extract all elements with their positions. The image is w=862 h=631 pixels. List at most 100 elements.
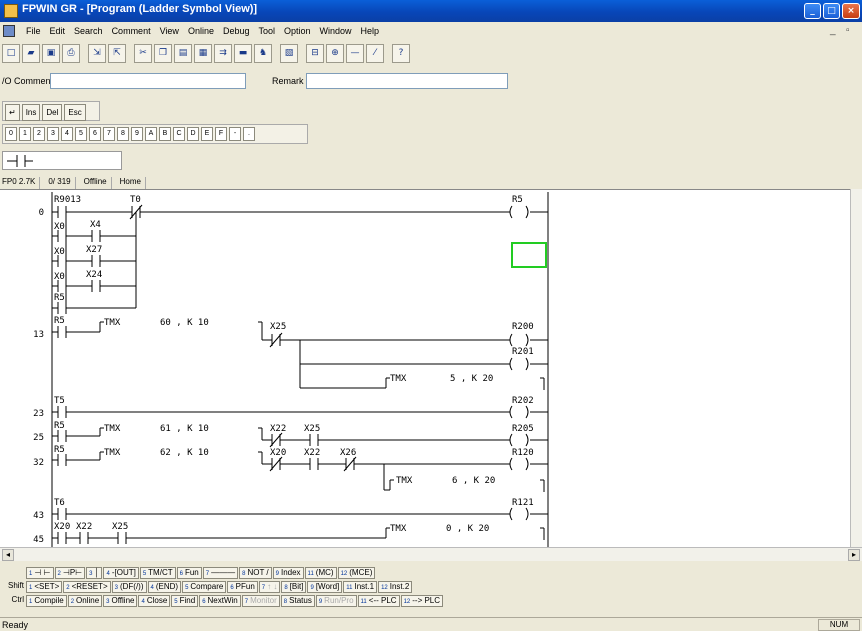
hex-key[interactable]: 2 (33, 127, 45, 141)
minimize-button[interactable]: _ (804, 3, 821, 19)
function-key[interactable]: 3 (DF(/)) (111, 581, 147, 593)
function-key[interactable]: 9 Run/Pro (315, 595, 357, 607)
io-comment-field[interactable] (50, 73, 246, 89)
hex-key[interactable]: 4 (61, 127, 73, 141)
contact-label: X4 (90, 220, 101, 230)
ladder-editor[interactable]: 0 R9013 T0 R5 X0 X4 X0 X27 X0 X24 R5 13 … (0, 189, 850, 547)
hex-key[interactable]: 6 (89, 127, 101, 141)
vertical-scrollbar[interactable] (850, 189, 862, 547)
function-key[interactable]: 11 (MC) (304, 567, 337, 579)
function-key[interactable]: 11 Inst.1 (343, 581, 378, 593)
menu-view[interactable]: View (156, 26, 184, 36)
hex-key[interactable]: A (145, 127, 157, 141)
function-key[interactable]: 4 (END) (147, 581, 182, 593)
function-key[interactable]: 6 Fun (176, 567, 202, 579)
hex-key[interactable]: 9 (131, 127, 143, 141)
hex-key[interactable]: 0 (5, 127, 17, 141)
coil-icon[interactable]: ⊕ (326, 44, 344, 63)
menu-help[interactable]: Help (357, 26, 385, 36)
function-key[interactable]: 8 NOT / (239, 567, 272, 579)
function-key[interactable]: 7 Monitor (241, 595, 280, 607)
function-key[interactable]: 4 -[OUT] (103, 567, 139, 579)
copy-icon[interactable]: ❐ (154, 44, 172, 63)
hex-key[interactable]: B (159, 127, 171, 141)
hex-key[interactable]: 1 (19, 127, 31, 141)
menu-window[interactable]: Window (316, 26, 357, 36)
function-key[interactable]: 2 ⊣P⊢ (54, 567, 86, 579)
hex-key[interactable]: D (187, 127, 199, 141)
function-key[interactable]: 3 │ (86, 567, 103, 579)
remark-field[interactable] (306, 73, 508, 89)
insert-row-icon[interactable]: ⇉ (214, 44, 232, 63)
contact-icon[interactable]: ⊟ (306, 44, 324, 63)
scroll-right-icon[interactable]: ▸ (848, 549, 860, 561)
function-key[interactable]: 3 Offline (103, 595, 138, 607)
function-key[interactable]: 1 <SET> (26, 581, 63, 593)
hex-key[interactable]: - (229, 127, 241, 141)
paste-icon[interactable]: ▤ (174, 44, 192, 63)
menu-online[interactable]: Online (184, 26, 219, 36)
delete-button[interactable]: Del (42, 104, 63, 121)
monitor-icon[interactable]: ▧ (280, 44, 298, 63)
hex-key[interactable]: C (173, 127, 185, 141)
function-key[interactable]: 5 Find (171, 595, 199, 607)
function-key[interactable]: 5 TM/CT (139, 567, 176, 579)
function-key[interactable]: 1 Compile (26, 595, 67, 607)
upload-icon[interactable]: ⇱ (108, 44, 126, 63)
menu-tool[interactable]: Tool (254, 26, 280, 36)
ratio-icon[interactable]: ⁄ (366, 44, 384, 63)
close-button[interactable]: × (842, 3, 860, 19)
function-key[interactable]: 2 <RESET> (63, 581, 111, 593)
hex-key[interactable]: 7 (103, 127, 115, 141)
insert-button[interactable]: Ins (21, 104, 41, 121)
function-key[interactable]: 12 (MCE) (337, 567, 376, 579)
document-icon[interactable] (3, 25, 15, 37)
function-key[interactable]: 8 [Bit] (281, 581, 307, 593)
function-key[interactable]: 11 <-- PLC (357, 595, 400, 607)
delete-row-icon[interactable]: ▬ (234, 44, 252, 63)
menu-option[interactable]: Option (280, 26, 316, 36)
horizontal-scrollbar[interactable]: ◂ ▸ (0, 547, 862, 561)
scroll-left-icon[interactable]: ◂ (2, 549, 14, 561)
hex-key[interactable]: 5 (75, 127, 87, 141)
hex-key[interactable]: 3 (47, 127, 59, 141)
function-key[interactable]: 7 ↑ ↓ (258, 581, 281, 593)
function-key[interactable]: 6 PFun (227, 581, 258, 593)
menu-file[interactable]: File (22, 26, 46, 36)
maximize-button[interactable]: □ (823, 3, 840, 19)
mdi-minimize-icon[interactable]: _ (830, 25, 836, 36)
function-key[interactable]: 1 ⊣ ⊢ (26, 567, 54, 579)
menu-debug[interactable]: Debug (219, 26, 255, 36)
menu-search[interactable]: Search (70, 26, 108, 36)
function-key[interactable]: 5 Compare (182, 581, 227, 593)
function-key[interactable]: 9 Index (272, 567, 304, 579)
new-file-icon[interactable]: □ (2, 44, 20, 63)
line-icon[interactable]: — (346, 44, 364, 63)
menu-edit[interactable]: Edit (46, 26, 71, 36)
download-icon[interactable]: ⇲ (88, 44, 106, 63)
find-icon[interactable]: ♞ (254, 44, 272, 63)
function-key[interactable]: 12 Inst.2 (378, 581, 413, 593)
cut-icon[interactable]: ✂ (134, 44, 152, 63)
help-icon[interactable]: ? (392, 44, 410, 63)
print-icon[interactable]: ⎙ (62, 44, 80, 63)
function-key[interactable]: 9 [Word] (307, 581, 343, 593)
function-key[interactable]: 6 NextWin (199, 595, 241, 607)
hex-key[interactable]: 8 (117, 127, 129, 141)
grid-icon[interactable]: ▦ (194, 44, 212, 63)
function-key[interactable]: 2 Online (67, 595, 103, 607)
function-key[interactable]: 12 --> PLC (400, 595, 444, 607)
mdi-restore-icon[interactable]: ▫ (846, 25, 850, 36)
hex-key[interactable]: E (201, 127, 213, 141)
hex-key[interactable]: F (215, 127, 227, 141)
function-key[interactable]: 8 Status (280, 595, 315, 607)
function-key[interactable]: 7 ——— (202, 567, 239, 579)
enter-button[interactable]: ↵ (5, 104, 20, 121)
save-icon[interactable]: ▣ (42, 44, 60, 63)
function-key[interactable]: 4 Close (138, 595, 171, 607)
menu-comment[interactable]: Comment (108, 26, 156, 36)
escape-button[interactable]: Esc (64, 104, 86, 121)
hex-key[interactable]: . (243, 127, 255, 141)
editor-cursor (511, 242, 547, 268)
open-folder-icon[interactable]: ▰ (22, 44, 40, 63)
